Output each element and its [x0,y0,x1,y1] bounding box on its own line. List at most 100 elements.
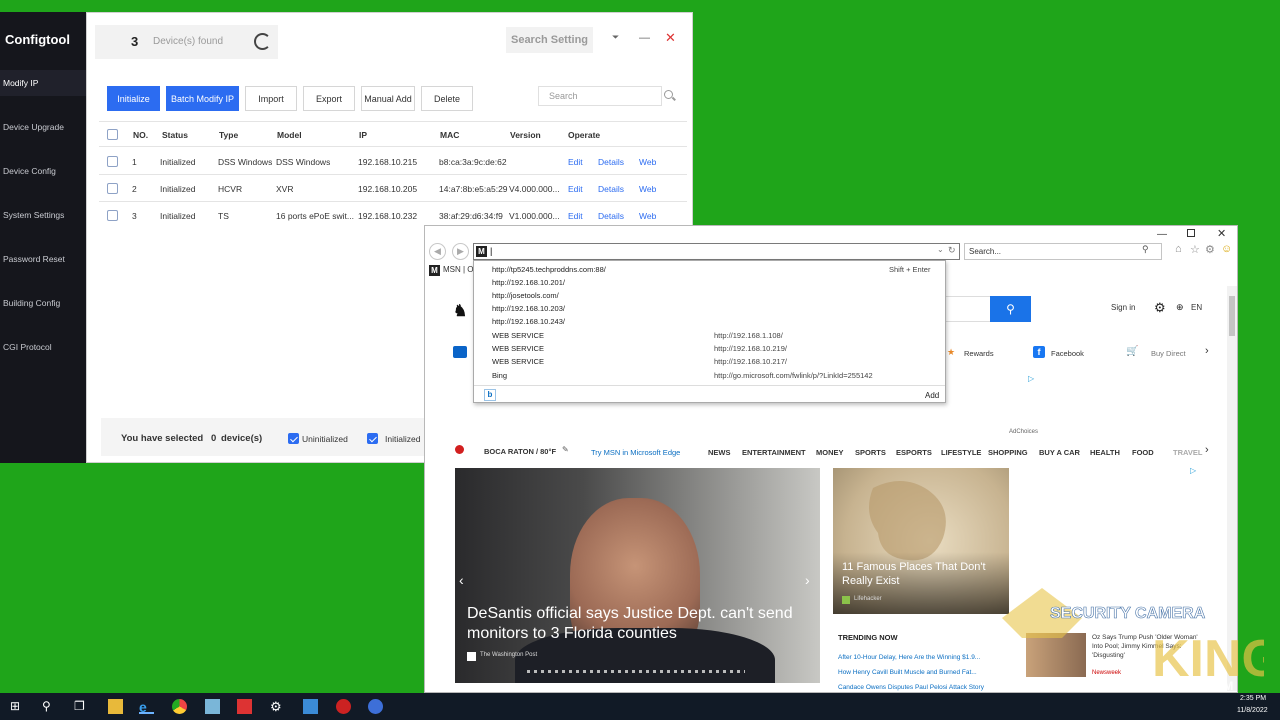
close-icon[interactable]: ✕ [1217,227,1226,240]
nav-entertainment[interactable]: ENTERTAINMENT [742,448,806,457]
suggestion-label[interactable]: WEB SERVICE [492,331,544,340]
app-icon[interactable] [336,699,351,714]
details-link[interactable]: Details [598,157,624,167]
select-all-checkbox[interactable] [107,129,118,140]
forward-icon[interactable]: ▶ [452,243,469,260]
nav-sports[interactable]: SPORTS [855,448,886,457]
try-edge-link[interactable]: Try MSN in Microsoft Edge [591,448,680,457]
settings-icon[interactable]: ⚙ [270,699,285,714]
search-input[interactable]: Search... [964,243,1162,260]
sidebar-item-device-config[interactable]: Device Config [0,158,86,184]
tab-label[interactable]: MSN | O [443,265,474,274]
refresh-icon[interactable]: ↻ [948,245,956,256]
carousel-dots[interactable] [527,670,745,673]
suggestion-url[interactable]: http://192.168.10.203/ [492,304,565,313]
suggestion-label[interactable]: WEB SERVICE [492,357,544,366]
windows-start-icon[interactable]: ⊞ [10,699,25,714]
uninitialized-checkbox[interactable] [288,433,299,444]
filter-icon[interactable]: ⏷ [612,33,619,42]
edit-link[interactable]: Edit [568,157,583,167]
suggestion-label[interactable]: WEB SERVICE [492,344,544,353]
nav-money[interactable]: MONEY [816,448,844,457]
search-input[interactable]: Search [538,86,662,106]
smiley-icon[interactable]: ☺ [1221,243,1232,255]
row-checkbox[interactable] [107,210,118,221]
minimize-icon[interactable]: — [639,33,650,44]
minimize-icon[interactable]: — [1157,229,1167,240]
nav-buy-a-car[interactable]: BUY A CAR [1039,448,1080,457]
suggestion-url[interactable]: http://192.168.10.243/ [492,317,565,326]
hero-title[interactable]: DeSantis official says Justice Dept. can… [467,604,812,644]
location-weather[interactable]: BOCA RATON / 80°F [484,447,556,456]
msn-search-button[interactable]: ⚲ [990,296,1031,322]
story-card[interactable]: 11 Famous Places That Don't Really Exist… [833,468,1009,614]
batch-modify-ip-button[interactable]: Batch Modify IP [166,86,239,111]
suggestion-url[interactable]: http://tp5245.techproddns.com:88/ [492,265,606,274]
details-link[interactable]: Details [598,211,624,221]
nav-health[interactable]: HEALTH [1090,448,1120,457]
sidebar-item-password-reset[interactable]: Password Reset [0,246,86,272]
search-setting-button[interactable]: Search Setting [506,27,593,53]
suggestion-label[interactable]: Bing [492,371,507,380]
close-icon[interactable]: ✕ [665,31,676,44]
nav-food[interactable]: FOOD [1132,448,1154,457]
dropdown-icon[interactable]: ⌄ [937,245,944,254]
web-link[interactable]: Web [639,157,656,167]
maximize-icon[interactable] [1187,229,1195,237]
edit-link[interactable]: Edit [568,211,583,221]
sign-in-link[interactable]: Sign in [1111,303,1135,312]
trending-link[interactable]: Candace Owens Disputes Paul Pelosi Attac… [838,684,984,691]
facebook-link[interactable]: Facebook [1051,349,1084,358]
hero-story[interactable]: ‹ › DeSantis official says Justice Dept.… [455,468,820,683]
initialize-button[interactable]: Initialize [107,86,160,111]
search-icon[interactable]: ⚲ [1142,244,1149,255]
details-link[interactable]: Details [598,184,624,194]
scrollbar-thumb[interactable] [1229,296,1235,336]
nav-shopping[interactable]: SHOPPING [988,448,1028,457]
gear-icon[interactable]: ⚙ [1154,300,1166,316]
search-icon[interactable]: ⚲ [42,699,57,714]
nav-travel[interactable]: TRAVEL [1173,448,1203,457]
refresh-icon[interactable] [254,33,271,50]
nav-lifestyle[interactable]: LIFESTYLE [941,448,981,457]
sidebar-item-device-upgrade[interactable]: Device Upgrade [0,114,86,140]
buy-direct-link[interactable]: Buy Direct [1151,349,1186,358]
sidebar-item-cgi-protocol[interactable]: CGI Protocol [0,334,86,360]
pencil-icon[interactable]: ✎ [562,445,569,454]
add-button[interactable]: Add [925,391,939,400]
gear-icon[interactable]: ⚙ [1205,243,1215,256]
app-icon[interactable] [237,699,252,714]
suggestion-url[interactable]: http://josetools.com/ [492,291,559,300]
edit-link[interactable]: Edit [568,184,583,194]
nav-news[interactable]: NEWS [708,448,731,457]
home-icon[interactable]: ⌂ [1175,243,1182,255]
favorites-icon[interactable]: ☆ [1190,243,1200,256]
nav-esports[interactable]: ESPORTS [896,448,932,457]
card-title[interactable]: 11 Famous Places That Don't Really Exist [842,560,1007,588]
web-link[interactable]: Web [639,184,656,194]
web-link[interactable]: Web [639,211,656,221]
sidebar-item-building-config[interactable]: Building Config [0,290,86,316]
initialized-checkbox[interactable] [367,433,378,444]
internet-explorer-icon[interactable]: e [139,699,154,715]
language-selector[interactable]: EN [1191,303,1202,312]
app-icon[interactable] [205,699,220,714]
export-button[interactable]: Export [303,86,355,111]
search-icon[interactable] [664,90,673,99]
clock-date[interactable]: 11/8/2022 [1237,707,1268,714]
configtool-taskbar-icon[interactable] [368,699,383,714]
address-input[interactable]: | [490,246,492,256]
chevron-right-icon[interactable]: › [1205,444,1209,456]
chrome-icon[interactable] [172,699,187,714]
back-icon[interactable]: ◀ [429,243,446,260]
row-checkbox[interactable] [107,156,118,167]
trending-link[interactable]: After 10-Hour Delay, Here Are the Winnin… [838,654,980,661]
address-bar[interactable]: M | ⌄ ↻ [473,243,960,260]
delete-button[interactable]: Delete [421,86,473,111]
manual-add-button[interactable]: Manual Add [361,86,415,111]
file-explorer-icon[interactable] [108,699,123,714]
sidebar-item-system-settings[interactable]: System Settings [0,202,86,228]
app-icon[interactable] [303,699,318,714]
bing-icon[interactable]: b [484,389,496,401]
clock-time[interactable]: 2:35 PM [1240,695,1266,702]
